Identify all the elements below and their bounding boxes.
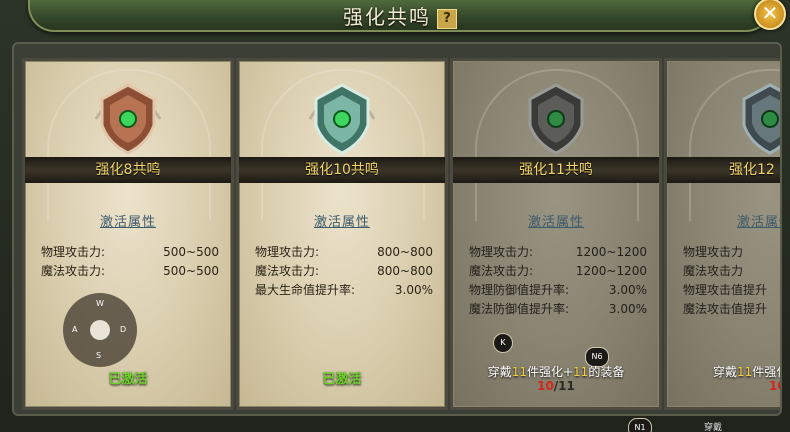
bronze-emblem-icon — [94, 83, 162, 155]
stat-row: 物理攻击力: 1200~1200 — [469, 243, 647, 262]
help-icon[interactable]: ? — [437, 8, 457, 29]
stat-label: 魔法攻击力: — [41, 264, 106, 278]
resonance-card-8[interactable]: 强化8共鸣 激活属性 物理攻击力: 500~500 魔法攻击力: 500~500 W… — [22, 58, 234, 410]
activate-attributes-label: 激活属性 — [313, 215, 370, 230]
jade-emblem-icon — [308, 83, 376, 155]
title-bar: 强化共鸣? — [28, 0, 772, 32]
requirement-text: 穿戴11件强化+11的装备 — [453, 363, 659, 380]
key-hint-k[interactable]: K — [493, 333, 513, 353]
stat-list: 物理攻击力: 1200~1200 魔法攻击力: 1200~1200 物理防御值提升率… — [469, 243, 647, 319]
requirement-mid: 件强化+ — [526, 365, 574, 379]
requirement-mid: 件强化 — [752, 365, 780, 379]
stat-value: 800~800 — [377, 245, 433, 259]
stat-value: 1200~1200 — [575, 245, 647, 259]
stat-list: 物理攻击力 魔法攻击力 物理攻击值提升 魔法攻击值提升 — [683, 243, 780, 319]
stat-label: 最大生命值提升率: — [255, 283, 356, 297]
stat-label: 魔法攻击力: — [469, 264, 534, 278]
iron-emblem-icon — [522, 83, 590, 155]
activate-attributes-label: 激活属性 — [527, 215, 584, 230]
stat-label: 物理攻击力: — [255, 245, 320, 259]
stat-label: 魔法攻击力: — [255, 264, 320, 278]
stat-label: 物理防御值提升率: — [469, 283, 570, 297]
dpad-center[interactable] — [90, 320, 110, 340]
stat-list: 物理攻击力: 800~800 魔法攻击力: 800~800 最大生命值提升率: 3.0… — [255, 243, 433, 300]
bottom-hint: 穿戴 — [704, 423, 723, 432]
stat-row: 最大生命值提升率: 3.00% — [255, 281, 433, 300]
activated-status: 已激活 — [322, 372, 362, 387]
stat-value: 1200~1200 — [575, 264, 647, 278]
window-title: 强化共鸣? — [30, 1, 770, 30]
stat-value: 3.00% — [394, 283, 433, 297]
activated-status: 已激活 — [108, 372, 148, 387]
stat-list: 物理攻击力: 500~500 魔法攻击力: 500~500 — [41, 243, 219, 281]
stat-row: 魔法攻击力: 1200~1200 — [469, 262, 647, 281]
resonance-card-11[interactable]: 强化11共鸣 激活属性 物理攻击力: 1200~1200 魔法攻击力: 1200~1… — [450, 58, 662, 410]
steel-emblem-icon — [736, 83, 780, 155]
dpad-down-key[interactable]: S — [96, 351, 101, 360]
resonance-card-12[interactable]: 强化12 激活属性 物理攻击力 魔法攻击力 物理攻击值提升 魔法攻击值提升 穿戴… — [664, 58, 780, 410]
dpad-right-key[interactable]: D — [120, 325, 126, 334]
tier-banner: 强化10共鸣 — [239, 157, 445, 183]
stat-value: 800~800 — [377, 264, 433, 278]
window-title-text: 强化共鸣 — [343, 5, 431, 29]
activate-attributes-label: 激活属性 — [99, 215, 156, 230]
stat-label: 魔法攻击力 — [683, 264, 744, 278]
tier-banner: 强化11共鸣 — [453, 157, 659, 183]
stat-row: 魔法攻击力 — [683, 262, 780, 281]
stat-label: 魔法防御值提升率: — [469, 302, 570, 316]
tier-banner: 强化8共鸣 — [25, 157, 231, 183]
stat-label: 物理攻击力: — [41, 245, 106, 259]
stat-row: 物理防御值提升率: 3.00% — [469, 281, 647, 300]
progress-current: 10 — [769, 379, 780, 393]
stat-row: 魔法防御值提升率: 3.00% — [469, 300, 647, 319]
stat-value: 3.00% — [608, 302, 647, 316]
stat-row: 物理攻击力: 500~500 — [41, 243, 219, 262]
requirement-level: 11 — [573, 365, 589, 379]
stat-value: 3.00% — [608, 283, 647, 297]
resonance-card-10[interactable]: 强化10共鸣 激活属性 物理攻击力: 800~800 魔法攻击力: 800~800 … — [236, 58, 448, 410]
cards-panel: 强化8共鸣 激活属性 物理攻击力: 500~500 魔法攻击力: 500~500 W… — [12, 42, 782, 416]
stat-label: 魔法攻击值提升 — [683, 302, 768, 316]
requirement-progress: 10 — [667, 379, 780, 393]
key-hint-n1[interactable]: N1 — [628, 418, 652, 432]
stat-row: 魔法攻击力: 800~800 — [255, 262, 433, 281]
dpad-overlay[interactable]: W A D S — [63, 293, 137, 367]
close-button[interactable]: ✕ — [754, 0, 786, 30]
requirement-prefix: 穿戴 — [487, 365, 512, 379]
resonance-window: 强化共鸣? ✕ 强化8共鸣 激活属性 物理攻击力: 500~500 魔法攻击力: 5… — [0, 0, 790, 432]
progress-total: /11 — [553, 379, 575, 393]
progress-current: 10 — [537, 379, 554, 393]
activate-attributes-label: 激活属性 — [737, 215, 780, 230]
requirement-count: 11 — [511, 365, 527, 379]
dpad-up-key[interactable]: W — [96, 299, 104, 308]
stat-row: 魔法攻击力: 500~500 — [41, 262, 219, 281]
stat-row: 物理攻击力: 800~800 — [255, 243, 433, 262]
stat-value: 500~500 — [163, 264, 219, 278]
stat-row: 物理攻击值提升 — [683, 281, 780, 300]
stat-value: 500~500 — [163, 245, 219, 259]
requirement-suffix: 的装备 — [588, 365, 625, 379]
requirement-text: 穿戴11件强化 — [667, 363, 780, 380]
stat-label: 物理攻击值提升 — [683, 283, 768, 297]
stat-row: 物理攻击力 — [683, 243, 780, 262]
requirement-progress: 10/11 — [453, 379, 659, 393]
stat-label: 物理攻击力 — [683, 245, 744, 259]
stat-label: 物理攻击力: — [469, 245, 534, 259]
tier-banner: 强化12 — [667, 157, 780, 183]
dpad-left-key[interactable]: A — [72, 325, 77, 334]
requirement-count: 11 — [737, 365, 753, 379]
stat-row: 魔法攻击值提升 — [683, 300, 780, 319]
requirement-prefix: 穿戴 — [713, 365, 738, 379]
